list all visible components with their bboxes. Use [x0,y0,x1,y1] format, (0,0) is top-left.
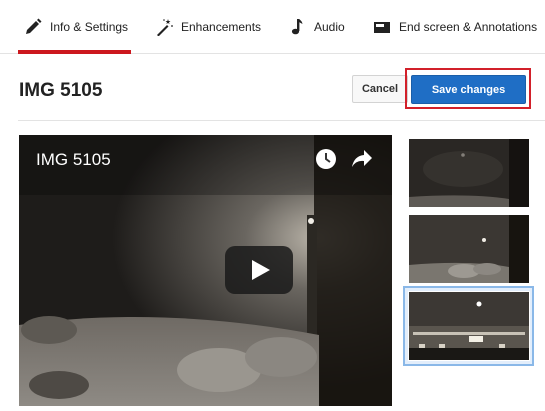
tab-label: End screen & Annotations [399,20,538,34]
end-screen-icon [373,18,391,36]
header-divider [18,120,545,121]
tab-end-screen-annotations[interactable]: End screen & Annotations [373,0,537,54]
watch-later-icon[interactable] [315,148,337,170]
play-button[interactable] [225,246,293,294]
tab-info-settings[interactable]: Info & Settings [24,0,128,54]
tab-bar: Info & Settings Enhancements Audio End s… [0,0,545,54]
tab-label: Info & Settings [50,20,129,34]
active-tab-indicator [18,50,131,54]
save-changes-button[interactable]: Save changes [411,75,526,104]
pencil-icon [24,18,42,36]
cancel-button[interactable]: Cancel [352,75,408,103]
magic-wand-icon [155,18,173,36]
music-note-icon [288,18,306,36]
player-title: IMG 5105 [36,150,111,169]
page-title: IMG 5105 [19,80,103,101]
thumbnail-option-2[interactable] [409,215,529,283]
tab-label: Enhancements [181,20,262,34]
thumbnail-option-1[interactable] [409,139,529,207]
video-player[interactable]: IMG 5105 [19,135,392,406]
tab-label: Audio [314,20,345,34]
thumbnail-option-3[interactable] [408,291,530,361]
video-frame [19,135,392,406]
tab-enhancements[interactable]: Enhancements [155,0,261,54]
share-icon[interactable] [351,149,373,169]
tab-audio[interactable]: Audio [288,0,345,54]
